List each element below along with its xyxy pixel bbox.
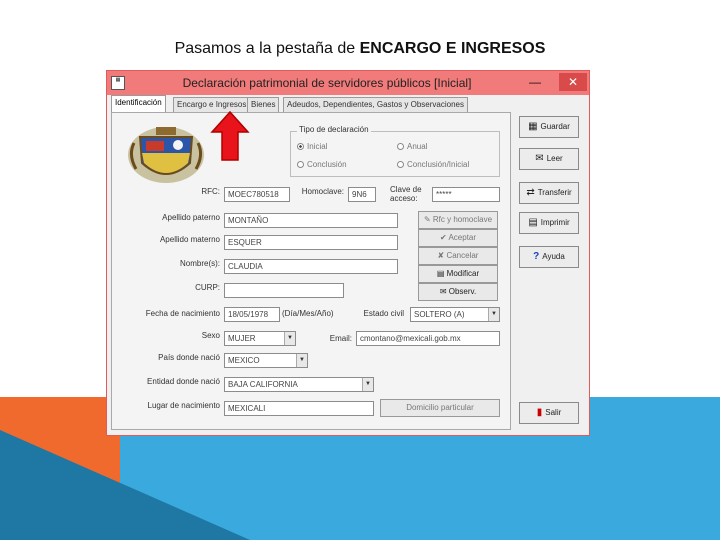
- nombres-label: Nombre(s):: [179, 259, 220, 268]
- fecha-hint: (Día/Mes/Año): [282, 309, 334, 318]
- entidad-select[interactable]: BAJA CALIFORNIA ▼: [224, 377, 374, 392]
- clave-field[interactable]: *****: [432, 187, 500, 202]
- slide-title-text: Pasamos a la pestaña de: [174, 40, 360, 57]
- clave-label: Clave de acceso:: [390, 185, 422, 203]
- lugar-field[interactable]: MEXICALI: [224, 401, 374, 416]
- apellido-paterno-field[interactable]: MONTAÑO: [224, 213, 398, 228]
- seal-icon: [128, 127, 204, 183]
- homoclave-label: Homoclave:: [301, 187, 344, 196]
- homoclave-field[interactable]: 9N6: [348, 187, 376, 202]
- radio-inicial[interactable]: Inicial: [297, 142, 327, 151]
- radio-icon: [397, 143, 404, 151]
- chevron-down-icon[interactable]: ▼: [296, 354, 307, 367]
- salir-button[interactable]: ▮ Salir: [519, 402, 579, 424]
- radio-icon: [397, 161, 404, 169]
- transfer-icon: ⇄: [526, 187, 535, 198]
- pencil-icon: ✎: [423, 215, 433, 224]
- transferir-button[interactable]: ⇄ Transferir: [519, 182, 579, 204]
- tab-identificacion[interactable]: Identificación: [111, 95, 166, 112]
- window-title: Declaración patrimonial de servidores pú…: [182, 76, 472, 90]
- rfc-label: RFC:: [201, 187, 220, 196]
- pais-label: País donde nació: [158, 353, 220, 362]
- read-icon: ✉: [535, 153, 544, 164]
- apellido-paterno-label: Apellido paterno: [162, 213, 220, 222]
- identificacion-panel: Tipo de declaración Inicial Anual Conclu…: [111, 112, 511, 430]
- minimize-button[interactable]: —: [525, 73, 545, 91]
- fecha-nacimiento-label: Fecha de nacimiento: [145, 309, 220, 318]
- leer-button[interactable]: ✉ Leer: [519, 148, 579, 170]
- notes-icon: ✉: [439, 287, 449, 296]
- fecha-nacimiento-field[interactable]: 18/05/1978: [224, 307, 280, 322]
- imprimir-button[interactable]: ▤ Imprimir: [519, 212, 579, 234]
- close-button[interactable]: ✕: [559, 73, 587, 91]
- modificar-button[interactable]: ▤ Modificar: [418, 265, 498, 283]
- estado-civil-label: Estado civil: [363, 309, 404, 318]
- observ-button[interactable]: ✉ Observ.: [418, 283, 498, 301]
- help-icon: ?: [533, 251, 540, 262]
- rfc-homoclave-button[interactable]: ✎ Rfc y homoclave: [418, 211, 498, 229]
- ayuda-button[interactable]: ? Ayuda: [519, 246, 579, 268]
- radio-selected-icon: [297, 143, 304, 151]
- radio-conclusion-inicial[interactable]: Conclusión/Inicial: [397, 160, 469, 169]
- email-field[interactable]: cmontano@mexicali.gob.mx: [356, 331, 500, 346]
- title-bar[interactable]: ▦ Declaración patrimonial de servidores …: [107, 71, 589, 95]
- email-label: Email:: [329, 334, 352, 343]
- chevron-down-icon[interactable]: ▼: [284, 332, 295, 345]
- apellido-materno-label: Apellido materno: [159, 235, 220, 244]
- sexo-label: Sexo: [201, 331, 220, 340]
- domicilio-particular-button[interactable]: Domicilio particular: [380, 399, 500, 417]
- rfc-field[interactable]: MOEC780518: [224, 187, 290, 202]
- radio-anual[interactable]: Anual: [397, 142, 427, 151]
- slide-title-emphasis: ENCARGO E INGRESOS: [359, 40, 546, 57]
- printer-icon: ▤: [528, 217, 538, 228]
- sexo-select[interactable]: MUJER ▼: [224, 331, 296, 346]
- chevron-down-icon[interactable]: ▼: [488, 308, 499, 321]
- nombres-field[interactable]: CLAUDIA: [224, 259, 398, 274]
- estado-civil-select[interactable]: SOLTERO (A) ▼: [410, 307, 500, 322]
- app-icon: ▦: [111, 76, 125, 90]
- save-icon: ▦: [528, 121, 538, 132]
- radio-conclusion[interactable]: Conclusión: [297, 160, 347, 169]
- actions-panel: ▦ Guardar ✉ Leer ⇄ Transferir ▤ Imprimir ? Ay…: [513, 112, 585, 430]
- declaration-type-label: Tipo de declaración: [297, 125, 371, 134]
- apellido-materno-field[interactable]: ESQUER: [224, 235, 398, 250]
- tab-bienes[interactable]: Bienes: [247, 97, 280, 112]
- exit-icon: ▮: [536, 407, 543, 418]
- cancelar-button[interactable]: ✘ Cancelar: [418, 247, 498, 265]
- chevron-down-icon[interactable]: ▼: [362, 378, 373, 391]
- guardar-button[interactable]: ▦ Guardar: [519, 116, 579, 138]
- tab-adeudos[interactable]: Adeudos, Dependientes, Gastos y Observac…: [283, 97, 468, 112]
- curp-field[interactable]: [224, 283, 344, 298]
- lugar-label: Lugar de nacimiento: [147, 401, 221, 410]
- pais-select[interactable]: MEXICO ▼: [224, 353, 308, 368]
- aceptar-button[interactable]: ✔ Aceptar: [418, 229, 498, 247]
- edit-icon: ▤: [436, 269, 447, 278]
- application-window: ▦ Declaración patrimonial de servidores …: [106, 70, 590, 436]
- radio-icon: [297, 161, 304, 169]
- entidad-label: Entidad donde nació: [147, 377, 220, 386]
- slide-title: Pasamos a la pestaña de ENCARGO E INGRES…: [0, 40, 720, 58]
- declaration-type-group: Tipo de declaración Inicial Anual Conclu…: [290, 125, 500, 177]
- curp-label: CURP:: [195, 283, 220, 292]
- red-arrow-icon: [210, 110, 250, 161]
